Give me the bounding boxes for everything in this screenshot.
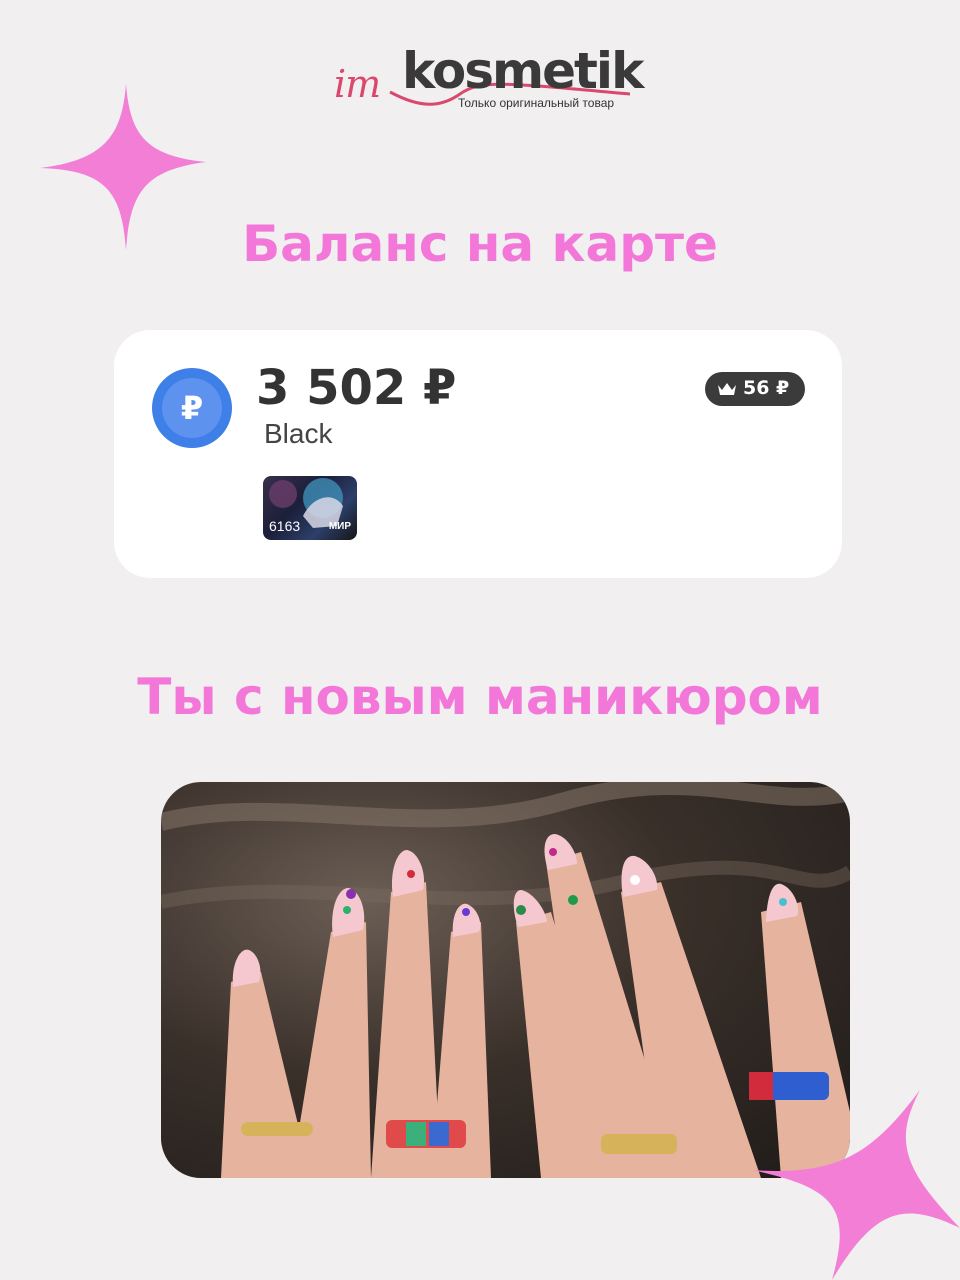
card-tier: Black [264,418,333,449]
bonus-value: 56 ₽ [743,377,790,399]
ruble-coin-icon: ₽ [152,368,232,448]
hands-illustration [161,782,850,1178]
coin-symbol: ₽ [180,389,204,427]
manicure-photo [161,782,850,1178]
balance-heading: Баланс на карте [242,215,718,273]
brand-tagline: Только оригинальный товар [458,96,615,110]
balance-card[interactable]: ₽ 3 502 ₽ Black 56 ₽ 6163 МИР [114,330,842,578]
manicure-heading: Ты с новым маникюром [137,668,823,726]
star-icon [752,1090,960,1280]
brand-logo: im kosmetik Только оригинальный товар [330,42,644,116]
balance-amount: 3 502 ₽ [256,360,457,416]
crown-icon [718,383,736,395]
bank-card-thumbnail[interactable]: 6163 МИР [263,476,357,540]
bonus-badge[interactable]: 56 ₽ [705,372,805,406]
brand-prefix: im [334,62,381,106]
brand-name: kosmetik [402,42,644,100]
card-last-digits: 6163 [269,518,301,534]
payment-system-logo: МИР [328,521,351,532]
